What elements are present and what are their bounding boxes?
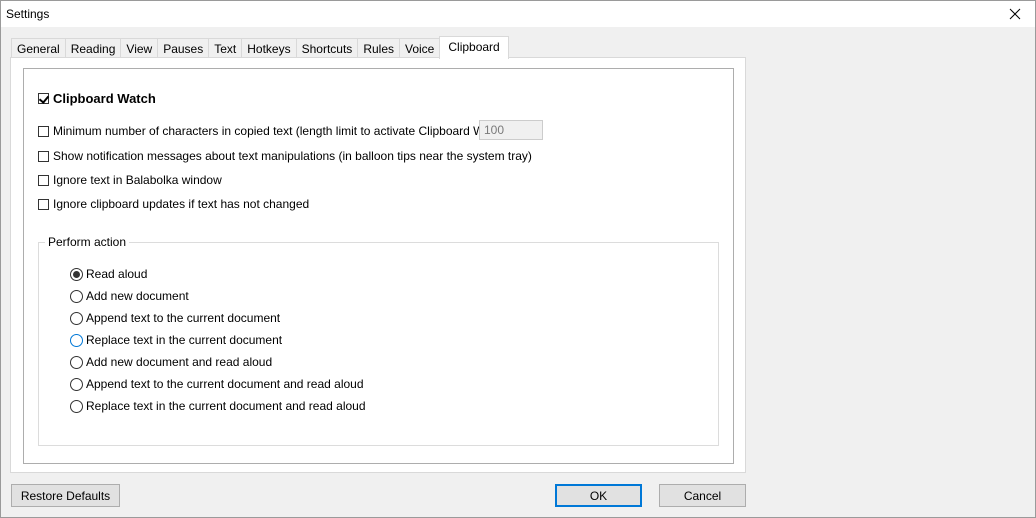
clipboard-watch-label: Clipboard Watch	[53, 91, 156, 106]
tab-view[interactable]: View	[120, 38, 159, 58]
tab-reading[interactable]: Reading	[64, 38, 122, 58]
radio-replace-text-label: Replace text in the current document	[86, 333, 283, 347]
radio-add-new-document-label: Add new document	[86, 289, 189, 303]
min-chars-checkbox[interactable]: Minimum number of characters in copied t…	[38, 124, 514, 138]
tab-general[interactable]: General	[11, 38, 66, 58]
tab-strip: General Reading View Pauses Text Hotkeys…	[11, 36, 509, 59]
radio-replace-and-read[interactable]: Replace text in the current document and…	[70, 399, 366, 413]
radio-replace-text-circle[interactable]	[70, 333, 83, 347]
close-icon	[1009, 8, 1021, 20]
radio-read-aloud-label: Read aloud	[86, 267, 148, 281]
show-notifications-check-box[interactable]	[38, 150, 49, 162]
window-title: Settings	[6, 7, 50, 21]
radio-add-new-and-read-circle[interactable]	[70, 355, 83, 369]
radio-replace-text[interactable]: Replace text in the current document	[70, 333, 282, 347]
ignore-unchanged-label: Ignore clipboard updates if text has not…	[53, 197, 310, 211]
radio-append-and-read-label: Append text to the current document and …	[86, 377, 364, 391]
min-chars-input[interactable]	[479, 120, 543, 140]
radio-add-new-document[interactable]: Add new document	[70, 289, 189, 303]
tab-shortcuts[interactable]: Shortcuts	[295, 38, 359, 58]
tab-clipboard[interactable]: Clipboard	[439, 36, 509, 59]
radio-replace-and-read-label: Replace text in the current document and…	[86, 399, 366, 413]
clipboard-watch-checkbox[interactable]: Clipboard Watch	[38, 91, 156, 106]
radio-append-and-read-circle[interactable]	[70, 377, 83, 391]
close-button[interactable]	[995, 1, 1035, 27]
ignore-balabolka-check-box[interactable]	[38, 174, 49, 186]
radio-add-new-and-read[interactable]: Add new document and read aloud	[70, 355, 272, 369]
show-notifications-label: Show notification messages about text ma…	[53, 149, 532, 163]
restore-defaults-button[interactable]: Restore Defaults	[11, 484, 120, 507]
tab-voice[interactable]: Voice	[399, 38, 441, 58]
tab-hotkeys[interactable]: Hotkeys	[241, 38, 297, 58]
ignore-balabolka-checkbox[interactable]: Ignore text in Balabolka window	[38, 173, 222, 187]
tab-pauses[interactable]: Pauses	[157, 38, 210, 58]
min-chars-label: Minimum number of characters in copied t…	[53, 124, 515, 138]
radio-append-text-circle[interactable]	[70, 311, 83, 325]
radio-read-aloud-circle[interactable]	[70, 267, 83, 281]
radio-read-aloud[interactable]: Read aloud	[70, 267, 147, 281]
clipboard-watch-check-box[interactable]	[38, 93, 49, 104]
radio-append-text-label: Append text to the current document	[86, 311, 281, 325]
radio-append-text[interactable]: Append text to the current document	[70, 311, 280, 325]
ok-button[interactable]: OK	[555, 484, 642, 507]
radio-append-and-read[interactable]: Append text to the current document and …	[70, 377, 364, 391]
ignore-balabolka-label: Ignore text in Balabolka window	[53, 173, 222, 187]
tab-text[interactable]: Text	[208, 38, 243, 58]
radio-add-new-and-read-label: Add new document and read aloud	[86, 355, 273, 369]
perform-action-legend: Perform action	[45, 235, 130, 249]
cancel-button[interactable]: Cancel	[659, 484, 746, 507]
title-bar: Settings	[1, 1, 1035, 27]
radio-replace-and-read-circle[interactable]	[70, 399, 83, 413]
ignore-unchanged-checkbox[interactable]: Ignore clipboard updates if text has not…	[38, 197, 309, 211]
tab-rules[interactable]: Rules	[357, 38, 400, 58]
show-notifications-checkbox[interactable]: Show notification messages about text ma…	[38, 149, 532, 163]
ignore-unchanged-check-box[interactable]	[38, 198, 49, 210]
radio-add-new-document-circle[interactable]	[70, 289, 83, 303]
min-chars-check-box[interactable]	[38, 125, 49, 137]
settings-window: Settings General Reading View Pauses Tex…	[0, 0, 1036, 518]
